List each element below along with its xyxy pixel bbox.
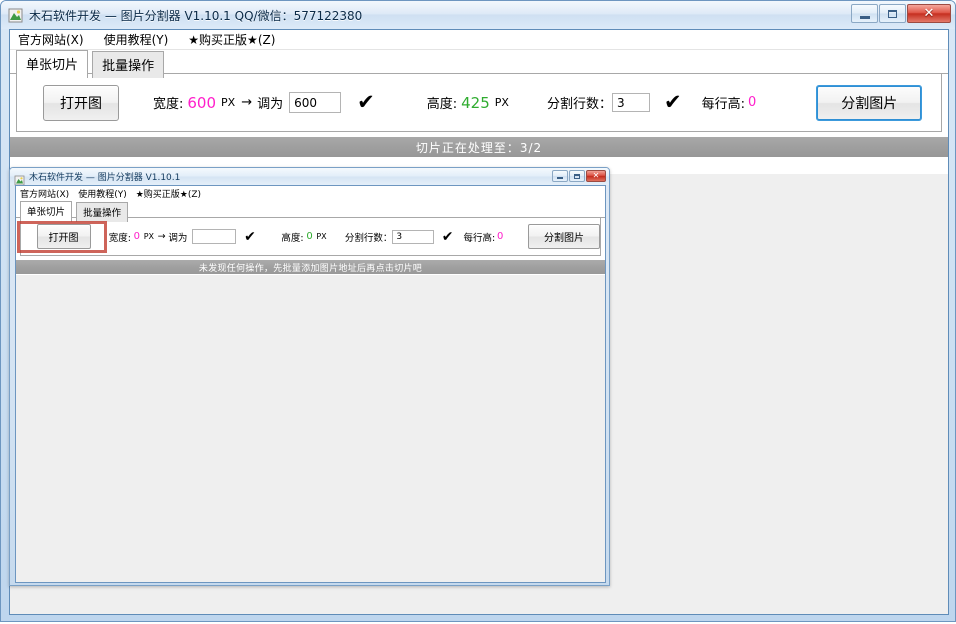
width-label: 宽度: (153, 97, 184, 112)
split-image-button[interactable]: 分割图片 (816, 84, 923, 121)
app-icon (7, 7, 24, 24)
width-unit: PX (221, 96, 236, 109)
confirm-width-checkmark-icon[interactable]: ✔ (357, 92, 375, 113)
close-button[interactable]: ✕ (907, 4, 951, 23)
app-icon-small (14, 171, 25, 186)
row-height-value: 0 (747, 95, 757, 110)
secondary-open-image-button[interactable]: 打开图 (36, 224, 91, 249)
secondary-height-value: 0 (306, 231, 313, 242)
minimize-button[interactable] (851, 4, 878, 23)
secondary-tab-batch-operation[interactable]: 批量操作 (76, 202, 129, 222)
row-height-label: 每行高: (701, 97, 745, 112)
tab-single-slice[interactable]: 单张切片 (16, 50, 89, 78)
secondary-split-rows-input[interactable] (392, 229, 435, 244)
restore-button[interactable] (879, 4, 906, 23)
secondary-window-client-area: 官方网站(X) 使用教程(Y) ★购买正版★(Z) 单张切片 批量操作 打开图 … (15, 185, 606, 583)
resize-width-input[interactable] (289, 92, 342, 113)
width-value: 600 (187, 93, 217, 112)
secondary-tabstrip: 单张切片 批量操作 (16, 201, 605, 222)
main-window: 木石软件开发 — 图片分割器 V1.10.1 QQ/微信：577122380 ✕… (0, 0, 956, 622)
secondary-restore-button[interactable] (569, 170, 585, 182)
secondary-row-height-label: 每行高: (463, 232, 496, 244)
arrow-icon: → (241, 95, 253, 110)
minimize-icon (859, 13, 870, 19)
secondary-width-value: 0 (133, 231, 141, 242)
secondary-menu-item-website[interactable]: 官方网站(X) (20, 187, 69, 200)
minimize-icon-small (557, 177, 563, 179)
secondary-confirm-rows-checkmark-icon[interactable]: ✔ (442, 230, 454, 244)
resize-to-label: 调为 (257, 97, 284, 112)
window-title: 木石软件开发 — 图片分割器 V1.10.1 QQ/微信：577122380 (29, 8, 363, 23)
split-rows-label: 分割行数： (546, 97, 612, 112)
secondary-split-rows-label: 分割行数： (344, 232, 393, 244)
close-icon-small: ✕ (592, 171, 600, 180)
secondary-width-label: 宽度: (108, 232, 131, 244)
open-image-button[interactable]: 打开图 (43, 84, 119, 121)
secondary-toolbar-panel: 打开图 宽度: 0 PX → 调为 ✔ 高度: 0 PX 分割行数： 3 ✔ 每… (20, 218, 601, 256)
restore-icon-small (574, 173, 580, 179)
secondary-close-button[interactable]: ✕ (586, 170, 606, 182)
secondary-work-area (16, 275, 605, 582)
secondary-height-unit: PX (316, 232, 327, 241)
tabstrip: 单张切片 批量操作 (10, 50, 948, 78)
secondary-height-label: 高度: (281, 232, 304, 244)
toolbar-panel: 打开图 宽度: 600 PX → 调为 ✔ 高度: 425 PX 分割行数： (16, 74, 942, 132)
window-titlebar[interactable]: 木石软件开发 — 图片分割器 V1.10.1 QQ/微信：577122380 ✕ (1, 1, 955, 29)
secondary-menubar: 官方网站(X) 使用教程(Y) ★购买正版★(Z) (16, 186, 605, 201)
height-unit: PX (494, 96, 509, 109)
secondary-row-height-value: 0 (497, 231, 504, 242)
secondary-window-title: 木石软件开发 — 图片分割器 V1.10.1 (29, 173, 181, 183)
menu-item-tutorial[interactable]: 使用教程(Y) (102, 30, 177, 49)
secondary-resize-width-input[interactable] (191, 229, 236, 244)
secondary-window-controls: ✕ (552, 170, 606, 182)
secondary-menu-item-buy-license[interactable]: ★购买正版★(Z) (136, 187, 201, 200)
secondary-split-image-button[interactable]: 分割图片 (527, 224, 600, 249)
menu-item-buy-license[interactable]: ★购买正版★(Z) (186, 30, 283, 49)
confirm-rows-checkmark-icon[interactable]: ✔ (664, 92, 682, 113)
menubar: 官方网站(X) 使用教程(Y) ★购买正版★(Z) (10, 30, 948, 50)
secondary-minimize-button[interactable] (552, 170, 568, 182)
secondary-window: 木石软件开发 — 图片分割器 V1.10.1 ✕ 官方网站(X) 使用教程(Y)… (9, 167, 610, 586)
tab-batch-operation[interactable]: 批量操作 (92, 51, 165, 78)
secondary-width-unit: PX (143, 232, 154, 241)
secondary-resize-to-label: 调为 (168, 232, 188, 244)
close-icon: ✕ (923, 6, 935, 21)
window-controls: ✕ (851, 4, 951, 23)
menu-item-website[interactable]: 官方网站(X) (16, 30, 92, 49)
split-rows-input[interactable] (611, 93, 650, 112)
height-value: 425 (461, 93, 490, 112)
status-bar: 切片正在处理至：3/2 (10, 137, 948, 157)
secondary-window-titlebar[interactable]: 木石软件开发 — 图片分割器 V1.10.1 ✕ (10, 168, 609, 186)
secondary-menu-item-tutorial[interactable]: 使用教程(Y) (78, 187, 127, 200)
restore-icon (888, 9, 897, 18)
height-label: 高度: (426, 97, 458, 112)
secondary-confirm-width-checkmark-icon[interactable]: ✔ (244, 230, 256, 244)
secondary-arrow-icon: → (157, 231, 166, 242)
secondary-status-bar: 未发现任何操作，先批量添加图片地址后再点击切片吧 (16, 260, 605, 274)
secondary-tab-single-slice[interactable]: 单张切片 (20, 201, 73, 222)
